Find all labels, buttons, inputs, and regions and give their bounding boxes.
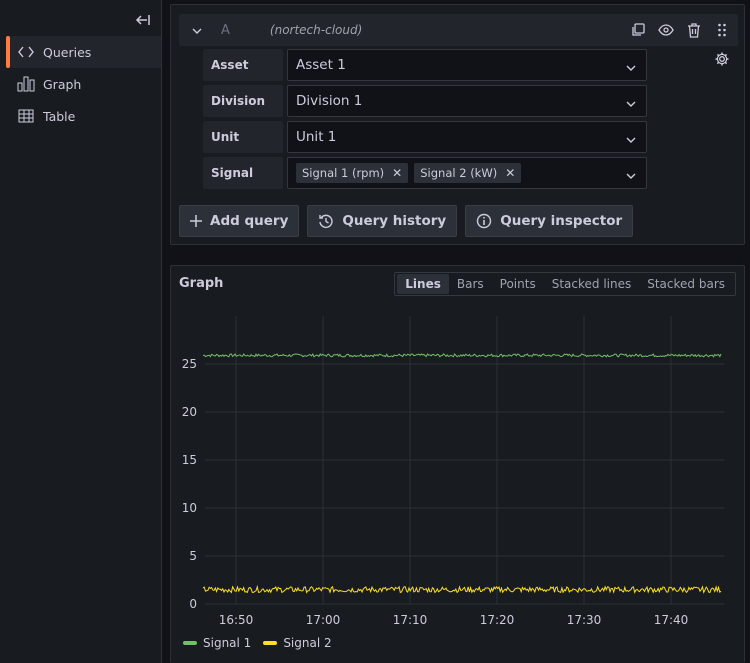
field-label: Asset [203, 49, 283, 81]
select-value: Division 1 [296, 93, 363, 109]
trash-icon[interactable] [684, 20, 704, 40]
x-tick-label: 16:50 [219, 613, 254, 627]
add-query-button[interactable]: Add query [179, 205, 300, 237]
sidebar-item-label: Graph [43, 76, 82, 92]
tag-label: Signal 2 (kW) [420, 166, 498, 180]
sidebar-item-label: Table [43, 108, 76, 124]
y-tick-label: 5 [189, 549, 197, 563]
legend-item-signal-1[interactable]: Signal 1 [183, 636, 251, 650]
graph-mode-selector: Lines Bars Points Stacked lines Stacked … [394, 272, 736, 296]
mode-points[interactable]: Points [492, 274, 544, 294]
x-tick-label: 17:10 [393, 613, 428, 627]
signal-tag: Signal 2 (kW) ✕ [414, 163, 522, 183]
chevron-down-icon [626, 131, 636, 147]
query-datasource: (nortech-cloud) [269, 23, 363, 37]
close-icon[interactable]: ✕ [505, 166, 515, 180]
x-tick-label: 17:20 [480, 613, 515, 627]
sidebar-nav: Queries Graph Table [6, 36, 161, 132]
x-tick-label: 17:30 [567, 613, 602, 627]
mode-bars[interactable]: Bars [449, 274, 492, 294]
button-label: Query inspector [500, 213, 623, 229]
query-letter[interactable]: A [221, 23, 230, 38]
y-tick-label: 10 [182, 501, 197, 515]
history-icon [318, 213, 334, 229]
drag-handle-icon[interactable] [712, 20, 732, 40]
y-tick-label: 0 [189, 597, 197, 611]
select-value: Asset 1 [296, 57, 346, 73]
legend-item-signal-2[interactable]: Signal 2 [263, 636, 332, 650]
eye-icon[interactable] [656, 20, 676, 40]
code-icon [16, 43, 36, 61]
query-row-header[interactable]: A (nortech-cloud) [179, 14, 738, 46]
mode-stacked-bars[interactable]: Stacked bars [639, 274, 733, 294]
chevron-down-icon [626, 59, 636, 75]
query-editor-panel: A (nortech-cloud) Asset Asset 1 Division… [170, 4, 745, 245]
x-tick-label: 17:00 [306, 613, 341, 627]
collapse-left-icon[interactable] [132, 10, 154, 30]
legend-swatch [263, 641, 278, 645]
field-row-division: Division Division 1 [203, 85, 647, 117]
chevron-down-icon [626, 95, 636, 111]
bar-chart-icon [16, 75, 36, 93]
graph-panel: Graph Lines Bars Points Stacked lines St… [170, 265, 745, 663]
legend-label: Signal 1 [203, 636, 252, 650]
y-tick-label: 15 [182, 453, 197, 467]
mode-stacked-lines[interactable]: Stacked lines [544, 274, 640, 294]
query-history-button[interactable]: Query history [307, 205, 458, 237]
select-value: Unit 1 [296, 129, 337, 145]
division-select[interactable]: Division 1 [287, 85, 647, 117]
chevron-down-icon [626, 167, 636, 183]
sidebar-item-queries[interactable]: Queries [6, 36, 161, 68]
button-label: Query history [342, 213, 447, 229]
series-line-1[interactable] [202, 352, 722, 358]
chart-legend: Signal 1 Signal 2 [183, 636, 332, 650]
asset-select[interactable]: Asset 1 [287, 49, 647, 81]
tag-label: Signal 1 (rpm) [302, 166, 385, 180]
x-tick-label: 17:40 [654, 613, 689, 627]
query-actions: Add query Query history Query inspector [179, 205, 634, 237]
sidebar: Queries Graph Table [0, 0, 162, 663]
duplicate-icon[interactable] [628, 20, 648, 40]
unit-select[interactable]: Unit 1 [287, 121, 647, 153]
query-inspector-button[interactable]: Query inspector [465, 205, 634, 237]
close-icon[interactable]: ✕ [392, 166, 402, 180]
series-line-2[interactable] [202, 584, 722, 594]
y-tick-label: 25 [182, 357, 197, 371]
query-row-actions [628, 14, 732, 46]
field-row-unit: Unit Unit 1 [203, 121, 647, 153]
table-icon [16, 107, 36, 125]
signal-multiselect[interactable]: Signal 1 (rpm) ✕ Signal 2 (kW) ✕ [287, 157, 647, 189]
chevron-down-icon[interactable] [185, 24, 209, 37]
button-label: Add query [210, 213, 289, 229]
field-label: Division [203, 85, 283, 117]
gear-icon[interactable] [714, 51, 730, 67]
field-row-signal: Signal Signal 1 (rpm) ✕ Signal 2 (kW) ✕ [203, 157, 647, 189]
field-label: Signal [203, 157, 283, 189]
legend-swatch [183, 641, 197, 645]
field-label: Unit [203, 121, 283, 153]
legend-label: Signal 2 [283, 636, 332, 650]
plus-icon [190, 215, 202, 227]
info-icon [476, 213, 492, 229]
field-row-asset: Asset Asset 1 [203, 49, 647, 81]
sidebar-item-label: Queries [43, 44, 92, 60]
time-series-chart[interactable]: 0 5 10 15 20 25 16:50 17:00 17:10 17:20 17:30 17:40 [171, 306, 744, 631]
y-tick-label: 20 [182, 405, 197, 419]
mode-lines[interactable]: Lines [397, 274, 449, 294]
sidebar-item-table[interactable]: Table [6, 100, 161, 132]
sidebar-item-graph[interactable]: Graph [6, 68, 161, 100]
signal-tag: Signal 1 (rpm) ✕ [296, 163, 409, 183]
graph-title: Graph [179, 276, 224, 291]
